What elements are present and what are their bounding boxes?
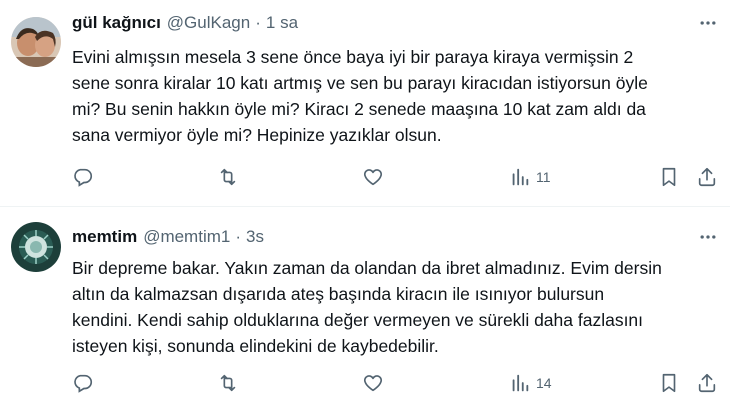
analytics-icon — [512, 168, 529, 186]
heart-icon — [363, 169, 383, 186]
tweet-text-line: mi? Bu senin hakkın öyle mi? Kiracı 2 se… — [72, 99, 646, 119]
tweet-text: Evini almışsın mesela 3 sene önce baya i… — [72, 44, 717, 148]
views-button[interactable]: 11 — [509, 164, 551, 190]
timestamp[interactable]: 3s — [246, 227, 264, 247]
avatar[interactable] — [11, 222, 61, 272]
retweet-button[interactable] — [217, 164, 239, 190]
heart-icon — [363, 375, 383, 392]
share-button[interactable] — [696, 164, 718, 190]
separator-dot: · — [235, 227, 242, 246]
share-icon — [698, 373, 716, 393]
user-handle[interactable]: @GulKagn — [167, 13, 250, 33]
display-name[interactable]: gül kağnıcı — [72, 13, 161, 33]
bookmark-icon — [662, 167, 676, 187]
tweet-text-line: Bir depreme bakar. Yakın zaman da olanda… — [72, 258, 662, 278]
tweet-text: Bir depreme bakar. Yakın zaman da olanda… — [72, 255, 717, 359]
retweet-button[interactable] — [217, 370, 239, 396]
retweet-icon — [220, 374, 236, 392]
more-horizontal-icon[interactable] — [696, 225, 720, 249]
share-button[interactable] — [696, 370, 718, 396]
tweet-actions: 11 — [72, 164, 720, 190]
like-button[interactable] — [362, 164, 384, 190]
reply-icon — [74, 374, 93, 393]
tweet-text-line: isteyen kişi, sonunda elindekini de kayb… — [72, 336, 439, 356]
timestamp[interactable]: 1 sa — [266, 13, 298, 33]
retweet-icon — [220, 168, 236, 186]
views-button[interactable]: 14 — [509, 370, 552, 396]
share-icon — [698, 167, 716, 187]
reply-icon — [74, 168, 93, 187]
separator-dot: · — [255, 13, 261, 32]
like-button[interactable] — [362, 370, 384, 396]
reply-button[interactable] — [72, 164, 94, 190]
tweet[interactable]: memtim @memtim1 · 3s Bir depreme bakar. … — [0, 207, 730, 420]
tweet-actions: 14 — [72, 370, 720, 396]
analytics-icon — [512, 374, 529, 392]
display-name[interactable]: memtim — [72, 227, 137, 247]
more-horizontal-icon[interactable] — [696, 11, 720, 35]
reply-button[interactable] — [72, 370, 94, 396]
bookmark-button[interactable] — [658, 370, 680, 396]
tweet-text-line: sana vermiyor öyle mi? Hepinize yazıklar… — [72, 125, 442, 145]
bookmark-button[interactable] — [658, 164, 680, 190]
tweet-header: memtim @memtim1 · 3s — [72, 226, 264, 248]
tweet-text-line: kendini. Kendi sahip olduklarına değer v… — [72, 310, 644, 330]
views-count: 14 — [536, 375, 552, 391]
tweet-text-line: sene sonra kiralar 10 katı artmış ve sen… — [72, 73, 648, 93]
tweet-header: gül kağnıcı @GulKagn · 1 sa — [72, 12, 298, 34]
user-handle[interactable]: @memtim1 — [143, 227, 230, 247]
avatar[interactable] — [11, 17, 61, 67]
tweet-text-line: altın da kalmazsan dışarıda ateş başında… — [72, 284, 605, 304]
views-count: 11 — [536, 169, 551, 185]
tweet-text-line: Evini almışsın mesela 3 sene önce baya i… — [72, 47, 634, 67]
tweet[interactable]: gül kağnıcı @GulKagn · 1 sa Evini almışs… — [0, 0, 730, 206]
bookmark-icon — [662, 373, 676, 393]
